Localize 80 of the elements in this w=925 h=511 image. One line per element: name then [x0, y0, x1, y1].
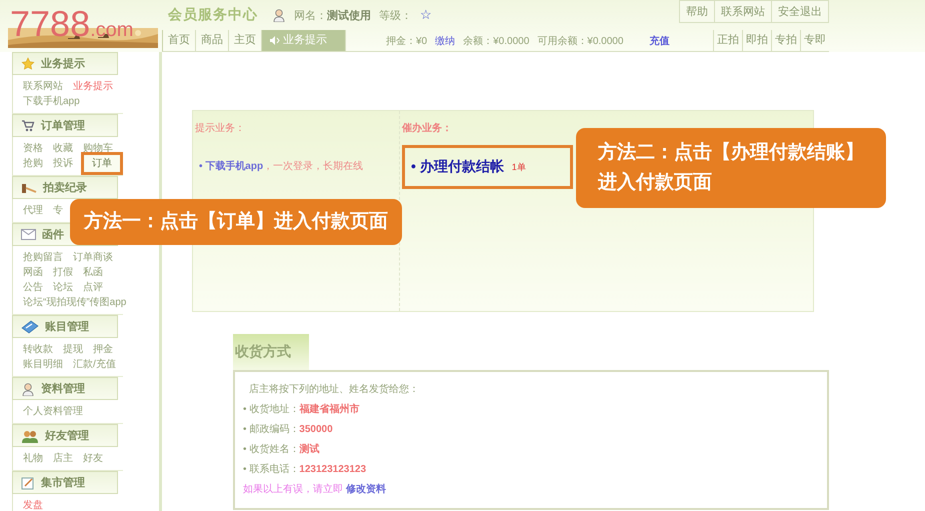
- section-header[interactable]: 账目管理: [12, 315, 118, 338]
- account-text: 余额：¥0.0000: [463, 34, 530, 48]
- section-header[interactable]: 订单管理: [12, 114, 118, 137]
- recharge-link[interactable]: 充值: [649, 34, 670, 48]
- page-title: 会员服务中心: [168, 6, 258, 24]
- edit-profile-link[interactable]: 修改资料: [346, 484, 386, 495]
- sidebar-link[interactable]: 礼物: [23, 452, 43, 465]
- user-label: 网名：测试使用: [294, 8, 371, 22]
- sidebar-link[interactable]: 转收款: [23, 343, 53, 356]
- sidebar-link[interactable]: 投诉: [53, 157, 73, 170]
- urgent-title: 催办业务：: [402, 122, 453, 135]
- sidebar-link[interactable]: 抢购: [23, 157, 43, 170]
- shipping-intro: 店主将按下列的地址、姓名发货给您：: [248, 382, 420, 397]
- sidebar-link[interactable]: 专: [53, 204, 63, 217]
- sidebar-link[interactable]: 汇款/充值: [73, 358, 116, 371]
- nav-tab[interactable]: 首页: [163, 30, 196, 51]
- callout-tooltip: 方法一：点击【订单】进入付款页面: [70, 199, 402, 245]
- sidebar-link[interactable]: 点评: [83, 281, 103, 294]
- sidebar-link[interactable]: 购物车: [83, 142, 113, 155]
- sidebar-link[interactable]: 代理: [23, 204, 43, 217]
- section-header[interactable]: 集市管理: [12, 471, 118, 494]
- shipping-field: • 收货姓名：测试: [243, 440, 815, 460]
- person-icon: [21, 382, 35, 396]
- section-header[interactable]: 拍卖纪录: [12, 176, 118, 199]
- section-header[interactable]: 资料管理: [12, 377, 118, 400]
- sidebar-link[interactable]: 下载手机app: [23, 95, 80, 108]
- sidebar-link[interactable]: 发盘: [23, 499, 43, 511]
- section-header[interactable]: 业务提示: [12, 52, 118, 75]
- sidebar-link[interactable]: 资格: [23, 142, 43, 155]
- pay-link[interactable]: 缴纳: [435, 34, 456, 48]
- correction-note: 如果以上有误，请立即 修改资料: [243, 482, 387, 497]
- urgent-link[interactable]: • 办理付款结帐 1单: [402, 145, 573, 189]
- star-icon: [21, 56, 35, 70]
- sidebar-link[interactable]: 订单商谈: [73, 251, 113, 264]
- sidebar-link[interactable]: 联系网站: [23, 80, 63, 93]
- speaker-icon: [270, 36, 280, 45]
- hammer-icon: [21, 182, 37, 194]
- nav-tab[interactable]: 商品: [196, 30, 229, 51]
- top-link[interactable]: 安全退出: [771, 1, 828, 22]
- shipping-field: • 联系电话：123123123123: [243, 460, 815, 480]
- nav-tab[interactable]: 业务提示: [262, 30, 346, 51]
- shipping-field: • 收货地址：福建省福州市: [243, 400, 815, 420]
- person-icon: [272, 8, 286, 22]
- account-text: 可用余额：¥0.0000: [537, 34, 624, 48]
- callout-tooltip: 方法二：点击【办理付款结账】 进入付款页面: [576, 128, 886, 208]
- sidebar-link[interactable]: 公告: [23, 281, 43, 294]
- sidebar-link[interactable]: 论坛: [53, 281, 73, 294]
- tip-link[interactable]: 下载手机app: [205, 161, 264, 172]
- envelope-icon: [21, 229, 36, 240]
- level-value: ☆: [420, 7, 432, 23]
- mode-tab[interactable]: 即拍: [742, 30, 771, 51]
- section-header[interactable]: 好友管理: [12, 424, 118, 447]
- mode-tab[interactable]: 专即: [800, 30, 829, 51]
- tip-item: • 下载手机app，一次登录，长期在线: [198, 160, 364, 173]
- top-link[interactable]: 帮助: [680, 1, 714, 22]
- sidebar-link[interactable]: 店主: [53, 452, 73, 465]
- sidebar-link[interactable]: 私函: [83, 266, 103, 279]
- sidebar-link[interactable]: 提现: [63, 343, 83, 356]
- sidebar-link[interactable]: 收藏: [53, 142, 73, 155]
- sidebar-link[interactable]: 账目明细: [23, 358, 63, 371]
- tips-title: 提示业务：: [195, 122, 246, 135]
- sidebar-link[interactable]: 业务提示: [73, 80, 113, 93]
- sidebar-link[interactable]: 论坛“现拍现传”传图app: [23, 296, 126, 309]
- people-icon: [21, 428, 39, 442]
- level-label: 等级：: [379, 8, 412, 22]
- sidebar-link[interactable]: 抢购留言: [23, 251, 63, 264]
- sidebar-link[interactable]: 打假: [53, 266, 73, 279]
- mode-tab[interactable]: 专拍: [771, 30, 800, 51]
- cart-icon: [21, 119, 35, 132]
- sidebar-link[interactable]: 押金: [93, 343, 113, 356]
- shipping-field: • 邮政编码：350000: [243, 420, 815, 440]
- sidebar-link[interactable]: 网函: [23, 266, 43, 279]
- card-icon: [21, 320, 39, 334]
- sidebar-link[interactable]: 个人资料管理: [23, 405, 83, 418]
- sidebar-link[interactable]: 订单: [81, 152, 123, 175]
- account-text: 押金：¥0: [386, 34, 428, 48]
- mode-tab[interactable]: 正拍: [713, 30, 742, 51]
- notepad-icon: [21, 476, 35, 490]
- sidebar-link[interactable]: 好友: [83, 452, 103, 465]
- top-link[interactable]: 联系网站: [714, 1, 771, 22]
